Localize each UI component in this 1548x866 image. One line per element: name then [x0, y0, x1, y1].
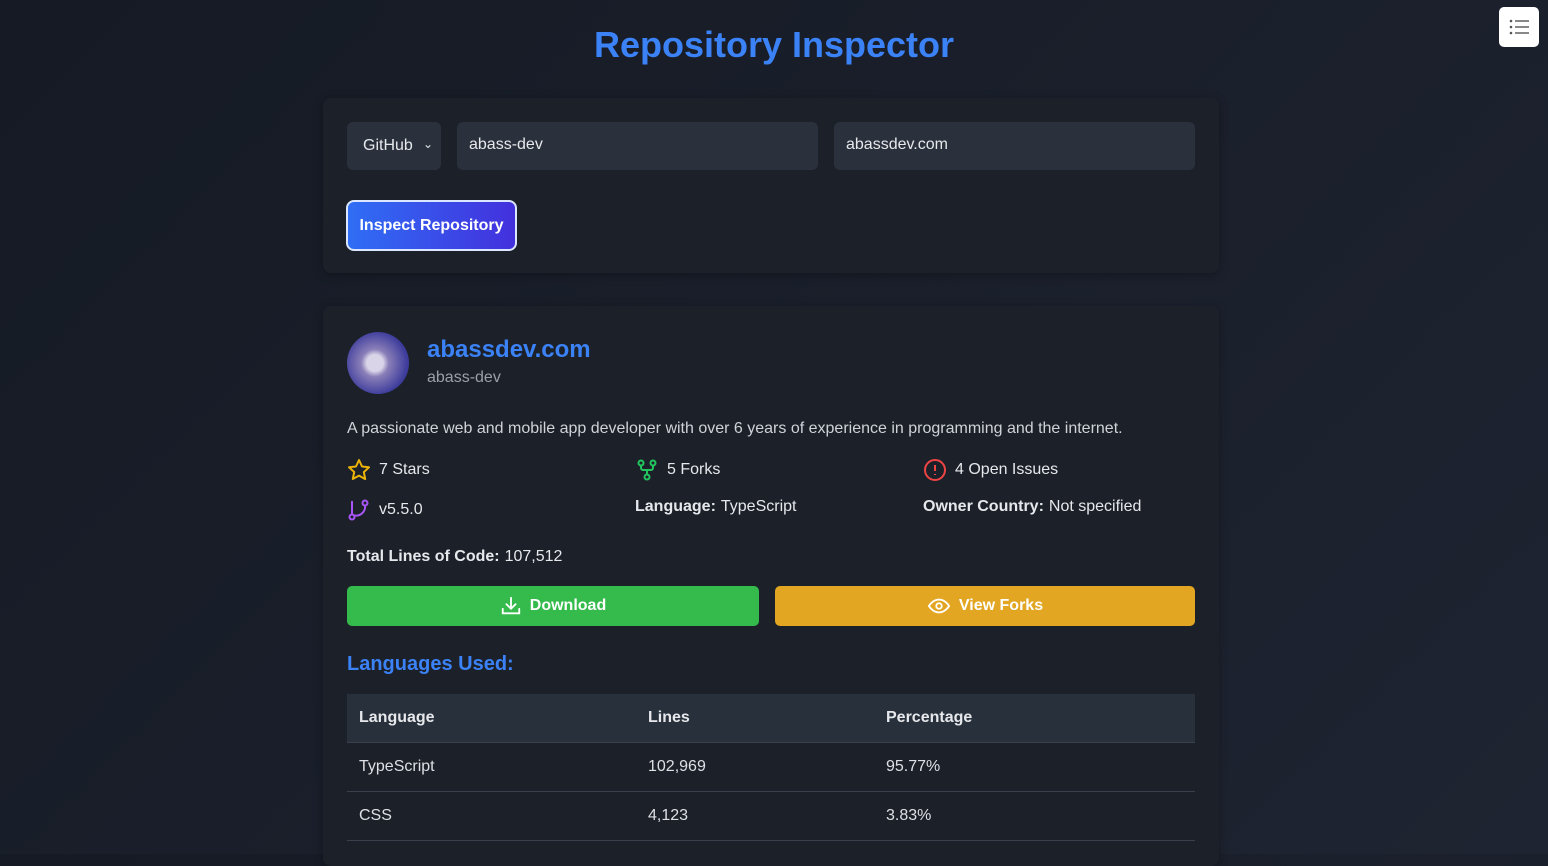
- cell-language: CSS: [347, 791, 636, 841]
- cell-language: TypeScript: [347, 742, 636, 792]
- column-header: Lines: [636, 694, 874, 743]
- inspect-form: GitHub ⌄ abass-dev abassdev.com Inspect R…: [323, 98, 1219, 273]
- page-title: Repository Inspector: [593, 24, 955, 65]
- download-button[interactable]: Download: [347, 586, 759, 626]
- owner-input[interactable]: abass-dev: [457, 122, 818, 170]
- platform-value: GitHub: [363, 137, 413, 154]
- cell-lines: 4,123: [636, 791, 874, 841]
- star-icon: [348, 459, 370, 481]
- country-stat: Owner Country: Not specified: [923, 498, 1141, 516]
- forks-count: 5 Forks: [667, 461, 721, 478]
- table-row: TypeScript 102,969 95.77%: [347, 742, 1195, 792]
- language-label: Language:: [635, 498, 716, 515]
- loc-label: Total Lines of Code:: [347, 548, 500, 565]
- platform-select[interactable]: GitHub ⌄: [347, 122, 441, 170]
- languages-table: Language Lines Percentage TypeScript 102…: [347, 694, 1195, 841]
- cell-lines: 102,969: [636, 742, 874, 792]
- version-stat: v5.5.0: [347, 498, 423, 522]
- table-header: Language Lines Percentage: [347, 694, 1195, 743]
- git-branch-icon: [348, 499, 369, 521]
- cell-percentage: 95.77%: [874, 742, 1195, 792]
- issues-stat: 4 Open Issues: [923, 458, 1058, 482]
- fork-icon: [637, 459, 657, 481]
- repo-name[interactable]: abassdev.com: [427, 336, 591, 364]
- avatar: [347, 332, 409, 394]
- language-value: TypeScript: [720, 498, 797, 515]
- list-icon: [1509, 19, 1529, 35]
- download-label: Download: [529, 597, 607, 614]
- view-forks-button[interactable]: View Forks: [775, 586, 1195, 626]
- alert-circle-icon: [924, 459, 946, 481]
- languages-title: Languages Used:: [347, 653, 514, 675]
- loc-value: 107,512: [504, 548, 563, 565]
- language-stat: Language: TypeScript: [635, 498, 796, 516]
- view-forks-label: View Forks: [958, 597, 1044, 614]
- issues-count: 4 Open Issues: [955, 461, 1059, 478]
- forks-stat: 5 Forks: [635, 458, 720, 482]
- repo-description: A passionate web and mobile app develope…: [347, 420, 1123, 437]
- eye-icon: [927, 598, 951, 614]
- menu-button[interactable]: [1499, 7, 1539, 47]
- column-header: Percentage: [874, 694, 1195, 743]
- chevron-down-icon: ⌄: [422, 137, 433, 151]
- download-icon: [501, 596, 520, 615]
- column-header: Language: [347, 694, 636, 743]
- country-value: Not specified: [1048, 498, 1142, 515]
- repo-input[interactable]: abassdev.com: [834, 122, 1195, 170]
- inspect-repository-button[interactable]: Inspect Repository: [346, 200, 517, 251]
- table-row: CSS 4,123 3.83%: [347, 791, 1195, 841]
- stars-stat: 7 Stars: [347, 458, 430, 482]
- country-label: Owner Country:: [923, 498, 1044, 515]
- loc-stat: Total Lines of Code: 107,512: [347, 548, 562, 566]
- version-value: v5.5.0: [379, 501, 423, 518]
- repo-result-card: abassdev.com abass-dev A passionate web …: [323, 306, 1219, 866]
- stars-count: 7 Stars: [379, 461, 430, 478]
- cell-percentage: 3.83%: [874, 791, 1195, 841]
- repo-owner: abass-dev: [427, 369, 501, 386]
